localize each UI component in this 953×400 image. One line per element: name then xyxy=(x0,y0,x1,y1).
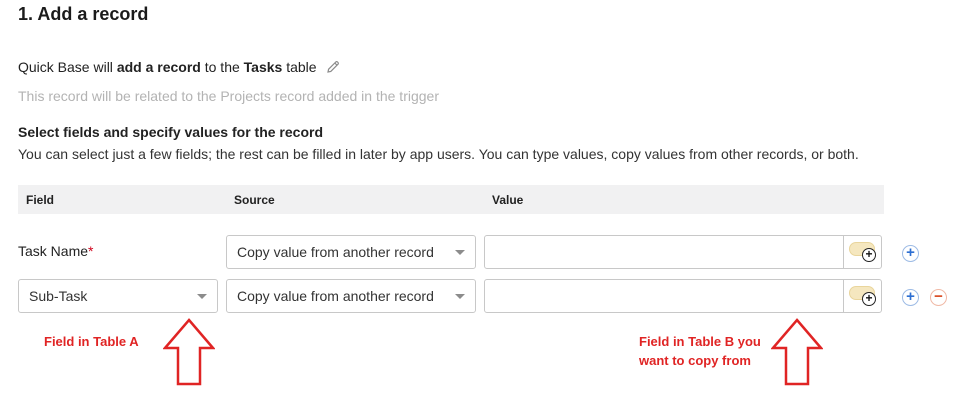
summary-middle: to the xyxy=(200,59,244,75)
plus-circle-icon: + xyxy=(862,248,876,262)
field-select-value: Sub-Task xyxy=(29,288,88,304)
annotation-table-b: Field in Table B you want to copy from xyxy=(639,332,761,370)
action-summary: Quick Base will add a record to the Task… xyxy=(18,59,341,75)
annotation-table-b-line2: want to copy from xyxy=(639,353,751,368)
annotation-table-a: Field in Table A xyxy=(44,334,139,349)
field-picker-toggle[interactable]: + xyxy=(843,280,881,312)
table-header: Field Source Value xyxy=(18,185,884,214)
remove-row-button[interactable]: − xyxy=(930,289,947,306)
header-value: Value xyxy=(492,193,524,207)
chevron-down-icon xyxy=(197,294,207,299)
required-marker: * xyxy=(88,243,94,259)
source-select-row2[interactable]: Copy value from another record xyxy=(226,279,476,313)
section-title: 1. Add a record xyxy=(18,4,149,24)
summary-action: add a record xyxy=(116,59,201,75)
pencil-icon[interactable] xyxy=(325,59,341,75)
arrow-up-icon xyxy=(163,318,215,386)
chevron-down-icon xyxy=(455,250,465,255)
summary-table: Tasks xyxy=(243,59,283,75)
fields-description: You can select just a few fields; the re… xyxy=(18,146,859,162)
field-picker-toggle[interactable]: + xyxy=(843,236,881,268)
field-select-row2[interactable]: Sub-Task xyxy=(18,279,218,313)
fields-heading: Select fields and specify values for the… xyxy=(18,124,323,140)
chevron-down-icon xyxy=(455,294,465,299)
summary-suffix: table xyxy=(282,59,317,75)
value-input-row2[interactable]: + xyxy=(484,279,882,313)
related-record-note: This record will be related to the Proje… xyxy=(18,88,439,104)
header-source: Source xyxy=(234,193,275,207)
value-input-row1[interactable]: + xyxy=(484,235,882,269)
summary-prefix: Quick Base will xyxy=(18,59,117,75)
annotation-table-b-line1: Field in Table B you xyxy=(639,334,761,349)
source-select-value: Copy value from another record xyxy=(237,288,434,304)
add-row-button[interactable]: + xyxy=(902,289,919,306)
arrow-up-icon xyxy=(771,318,823,386)
source-select-row1[interactable]: Copy value from another record xyxy=(226,235,476,269)
add-row-button[interactable]: + xyxy=(902,245,919,262)
field-name-text: Task Name xyxy=(18,243,89,259)
header-field: Field xyxy=(26,193,55,207)
plus-circle-icon: + xyxy=(862,292,876,306)
field-label-task-name: Task Name* xyxy=(18,243,93,259)
source-select-value: Copy value from another record xyxy=(237,244,434,260)
